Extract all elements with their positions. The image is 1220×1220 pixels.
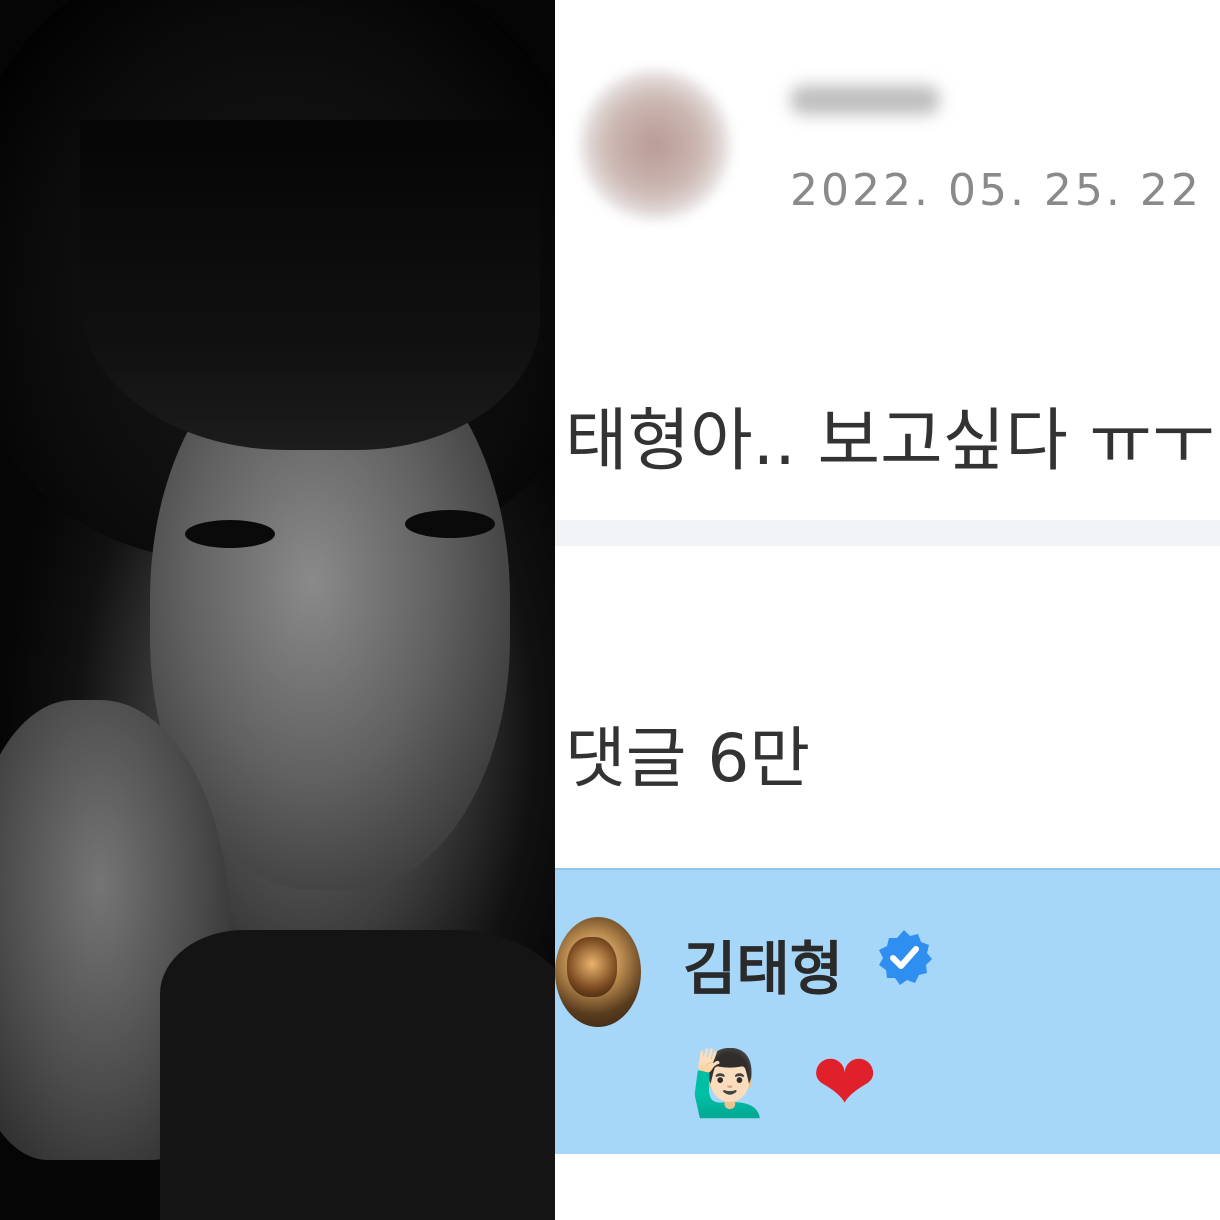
post-text: 태형아.. 보고싶다 ㅠㅜ [565, 402, 1215, 481]
bangs-shape [80, 120, 540, 450]
collar-shape [160, 930, 555, 1220]
heart-emoji: ❤ [812, 1038, 878, 1128]
blurred-avatar [580, 70, 730, 220]
comment-count[interactable]: 댓글 6만 [565, 705, 810, 801]
dog-avatar-image [567, 937, 617, 997]
reply-author[interactable]: 김태형 [683, 922, 843, 1006]
reply-text: 🙋🏻‍♂️ ❤ [690, 1038, 899, 1128]
divider [555, 520, 1220, 546]
composite-image: 2022. 05. 25. 22 태형아.. 보고싶다 ㅠㅜ 댓글 6만 김태형… [0, 0, 1220, 1220]
verified-badge-icon [879, 930, 932, 985]
left-eye [185, 520, 275, 548]
right-eye [405, 510, 495, 538]
post-date: 2022. 05. 25. 22 [790, 165, 1202, 216]
portrait-photo [0, 0, 555, 1220]
blurred-username [790, 85, 940, 115]
person-raising-hand-emoji: 🙋🏻‍♂️ [690, 1046, 770, 1121]
reply-avatar[interactable] [555, 917, 641, 1027]
